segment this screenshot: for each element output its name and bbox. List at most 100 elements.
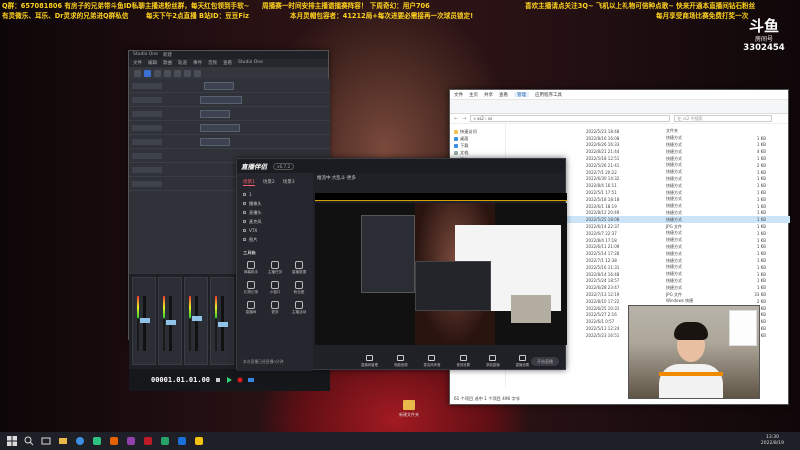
track-row[interactable]	[129, 135, 330, 149]
tool-activity[interactable]: 主播活动	[289, 301, 309, 315]
app-icon[interactable]	[143, 436, 153, 446]
tab-manage[interactable]: 管理	[514, 92, 529, 98]
track-row[interactable]	[129, 79, 330, 93]
mixer-channel[interactable]	[158, 277, 182, 365]
pc-audio-button[interactable]: 电脑音频	[394, 355, 408, 367]
fader-knob[interactable]	[166, 320, 176, 325]
mixer-channel[interactable]	[132, 277, 156, 365]
fader-knob[interactable]	[218, 322, 228, 327]
audio-clip[interactable]	[200, 137, 230, 146]
sidebar-item-desktop[interactable]: 桌面	[454, 135, 501, 142]
sidebar-item-documents[interactable]: 文档	[454, 149, 501, 156]
back-arrow-icon[interactable]: ←	[454, 116, 458, 122]
tool-gift[interactable]: 礼物记录	[241, 281, 261, 295]
tool-danmu[interactable]: 弹幕助手	[241, 261, 261, 275]
record-icon[interactable]	[237, 377, 243, 383]
daw-menu-file[interactable]: 文件	[133, 60, 142, 66]
daw-menu-app[interactable]: Studio One	[238, 60, 263, 66]
daw-menu-song[interactable]: 歌曲	[163, 60, 172, 66]
tab-home[interactable]: 主页	[469, 92, 478, 98]
source-item[interactable]: 1	[237, 190, 313, 199]
track-row[interactable]	[129, 107, 330, 121]
live-titlebar[interactable]: 直播伴侣 v6.7.2	[237, 159, 565, 173]
eye-icon[interactable]	[243, 211, 246, 214]
source-item[interactable]: 麦克风	[237, 217, 313, 226]
audio-clip[interactable]	[200, 95, 242, 104]
channel-fader[interactable]	[143, 296, 146, 351]
fader-knob[interactable]	[140, 318, 150, 323]
app-icon[interactable]	[92, 436, 102, 446]
daw-menu-event[interactable]: 事件	[193, 60, 202, 66]
windows-start-icon[interactable]	[7, 436, 17, 446]
mixer-channel[interactable]	[210, 277, 234, 365]
pencil-tool-icon[interactable]	[154, 69, 161, 77]
channel-fader[interactable]	[195, 296, 198, 351]
start-live-button[interactable]: 开始直播	[531, 357, 559, 366]
audio-clip[interactable]	[204, 81, 234, 90]
app-icon[interactable]	[109, 436, 119, 446]
table-row[interactable]: 2022/8/16 16:08 快捷方式 1 KB	[508, 135, 790, 142]
eye-icon[interactable]	[243, 220, 246, 223]
forward-arrow-icon[interactable]: →	[462, 116, 466, 122]
audio-clip[interactable]	[200, 123, 240, 132]
browser-icon[interactable]	[75, 436, 85, 446]
source-item[interactable]: 图片	[237, 235, 313, 244]
record-button[interactable]: 录制直播	[486, 355, 500, 367]
eye-icon[interactable]	[243, 238, 246, 241]
daw-titlebar[interactable]: Studio One 新建	[129, 51, 328, 59]
folder-taskbar-icon[interactable]	[58, 436, 68, 446]
arrow-tool-icon[interactable]	[134, 69, 141, 77]
table-row[interactable]: 2022/8/21 21:44 快捷方式 4 KB	[508, 148, 790, 155]
play-icon[interactable]	[226, 377, 233, 383]
address-bar[interactable]: « ss2 › ss	[470, 115, 671, 122]
table-row[interactable]: 2022/5/23 18:48 文件夹	[508, 128, 790, 135]
app-icon[interactable]	[194, 436, 204, 446]
tab-view[interactable]: 查看	[499, 92, 508, 98]
tool-data[interactable]: 直播数据	[289, 261, 309, 275]
daw-menu-view[interactable]: 查看	[223, 60, 232, 66]
sidebar-item-quick-access[interactable]: 快速访问	[454, 128, 501, 135]
tab-app-tools[interactable]: 应用程序工具	[535, 92, 562, 98]
eraser-tool-icon[interactable]	[164, 69, 171, 77]
search-icon[interactable]	[24, 436, 34, 446]
task-view-icon[interactable]	[41, 436, 51, 446]
source-item[interactable]: 摄像头	[237, 199, 313, 208]
sidebar-item-downloads[interactable]: 下载	[454, 142, 501, 149]
tool-fans[interactable]: 粉丝团	[289, 281, 309, 295]
tab-scene-2[interactable]: 场景2	[263, 179, 275, 186]
tab-scene-1[interactable]: 场景1	[243, 179, 255, 186]
stream-preview[interactable]	[315, 203, 567, 345]
sound-effects-button[interactable]: 音效设置	[456, 355, 470, 367]
track-row[interactable]	[129, 121, 330, 135]
stop-icon[interactable]	[215, 377, 221, 383]
search-box[interactable]: 在 ss2 中搜索	[674, 115, 773, 122]
source-item[interactable]: 直播头	[237, 208, 313, 217]
tab-share[interactable]: 共享	[484, 92, 493, 98]
audio-clip[interactable]	[200, 109, 230, 118]
split-tool-icon[interactable]	[174, 69, 181, 77]
eye-icon[interactable]	[243, 202, 246, 205]
tool-task[interactable]: 主播任务	[265, 261, 285, 275]
source-item[interactable]: VTX	[237, 226, 313, 235]
track-row[interactable]	[129, 93, 330, 107]
loop-icon[interactable]	[248, 377, 255, 383]
fader-knob[interactable]	[192, 316, 202, 321]
daw-menu-edit[interactable]: 编辑	[148, 60, 157, 66]
table-row[interactable]: 2022/6/26 16:33 快捷方式 1 KB	[508, 142, 790, 149]
mute-tool-icon[interactable]	[184, 69, 191, 77]
app-icon[interactable]	[126, 436, 136, 446]
room-manage-button[interactable]: 直播间管理	[361, 355, 378, 367]
tool-room[interactable]: 直播间	[241, 301, 261, 315]
tab-scene-3[interactable]: 场景3	[283, 179, 295, 186]
mixer-channel[interactable]	[184, 277, 208, 365]
select-tool-icon[interactable]	[144, 69, 151, 77]
mic-button[interactable]: 麦克风声音	[424, 355, 440, 367]
tool-more[interactable]: 更多	[265, 301, 285, 315]
eye-icon[interactable]	[243, 193, 246, 196]
tab-file[interactable]: 文件	[454, 92, 463, 98]
app-icon[interactable]	[160, 436, 170, 446]
app-icon[interactable]	[177, 436, 187, 446]
daw-menu-track[interactable]: 轨道	[178, 60, 187, 66]
taskbar-clock[interactable]: 13:30 2022/8/19	[761, 435, 784, 447]
tool-window[interactable]: 小窗口	[265, 281, 285, 295]
